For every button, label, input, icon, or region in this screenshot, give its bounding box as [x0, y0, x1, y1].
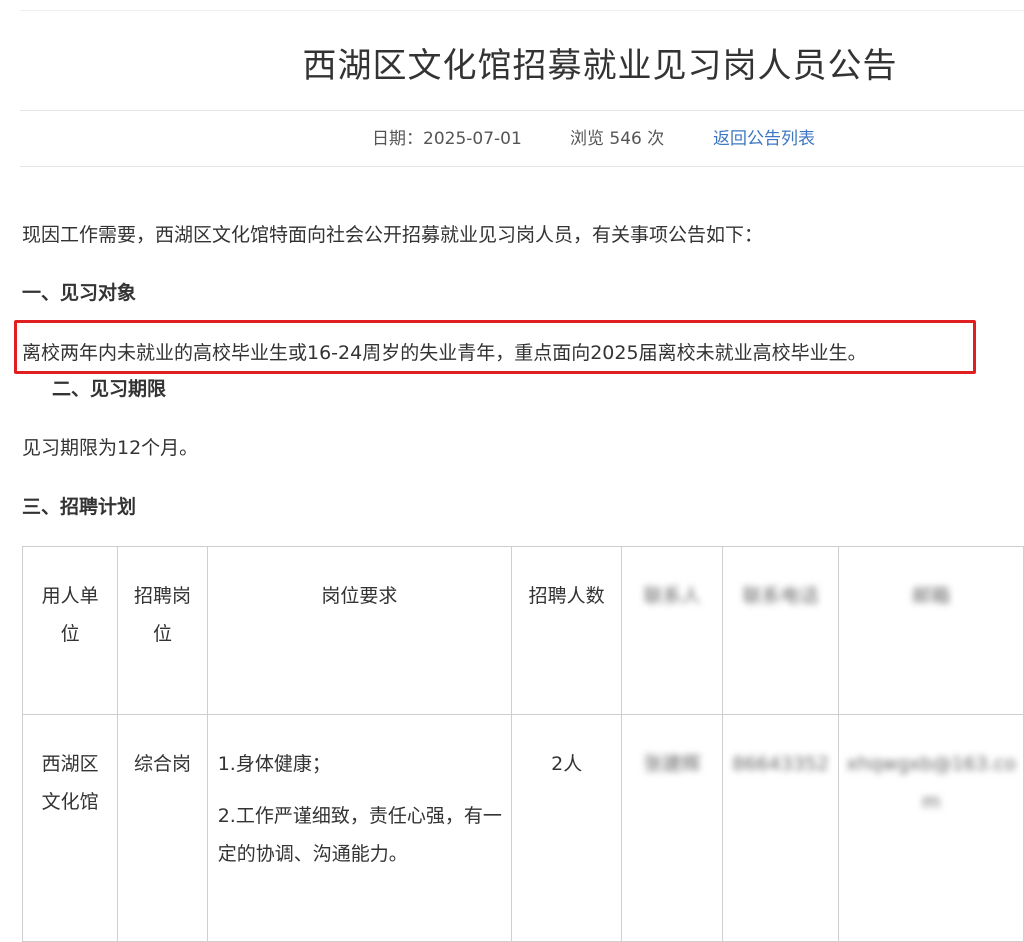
header-count: 招聘人数 — [511, 546, 623, 715]
header-email: 邮箱 — [838, 546, 1024, 715]
cell-count: 2人 — [511, 714, 623, 942]
page-title: 西湖区文化馆招募就业见习岗人员公告 — [302, 46, 898, 86]
cell-position: 综合岗 — [117, 714, 208, 942]
highlight-annotation-box — [14, 320, 976, 374]
header-contact: 联系人 — [621, 546, 723, 715]
header-unit: 用人单位 — [21, 546, 119, 715]
meta-divider — [20, 166, 1024, 167]
intro-paragraph: 现因工作需要，西湖区文化馆特面向社会公开招募就业见习岗人员，有关事项公告如下： — [22, 224, 764, 246]
cell-email: xhqwgxb@163.com — [838, 714, 1024, 942]
recruitment-table: 用人单位 招聘岗位 岗位要求 招聘人数 联系人 联系电话 邮箱 西湖区文化馆 综… — [21, 546, 1024, 942]
section-body-period: 见习期限为12个月。 — [22, 437, 199, 459]
cell-requirements: 1.身体健康； 2.工作严谨细致，责任心强，有一定的协调、沟通能力。 — [206, 714, 513, 942]
section-heading-plan: 三、招聘计划 — [22, 496, 137, 518]
section-heading-period: 二、见习期限 — [52, 378, 167, 400]
table-row: 西湖区文化馆 综合岗 1.身体健康； 2.工作严谨细致，责任心强，有一定的协调、… — [21, 714, 1024, 942]
cell-phone: 86643352 — [721, 714, 840, 942]
top-divider — [20, 10, 1024, 11]
section-heading-target: 一、见习对象 — [22, 282, 137, 304]
table-header-row: 用人单位 招聘岗位 岗位要求 招聘人数 联系人 联系电话 邮箱 — [21, 546, 1024, 715]
publish-date: 日期：2025-07-01 — [372, 129, 522, 149]
cell-contact: 张建辉 — [621, 714, 723, 942]
header-requirements: 岗位要求 — [206, 546, 513, 715]
back-to-list-link[interactable]: 返回公告列表 — [713, 126, 815, 152]
title-divider — [20, 110, 1024, 111]
cell-unit: 西湖区文化馆 — [21, 714, 119, 942]
header-position: 招聘岗位 — [117, 546, 208, 715]
requirement-item: 2.工作严谨细致，责任心强，有一定的协调、沟通能力。 — [217, 805, 502, 865]
requirement-item: 1.身体健康； — [217, 753, 331, 775]
view-count: 浏览 546 次 — [570, 129, 665, 149]
header-phone: 联系电话 — [721, 546, 840, 715]
